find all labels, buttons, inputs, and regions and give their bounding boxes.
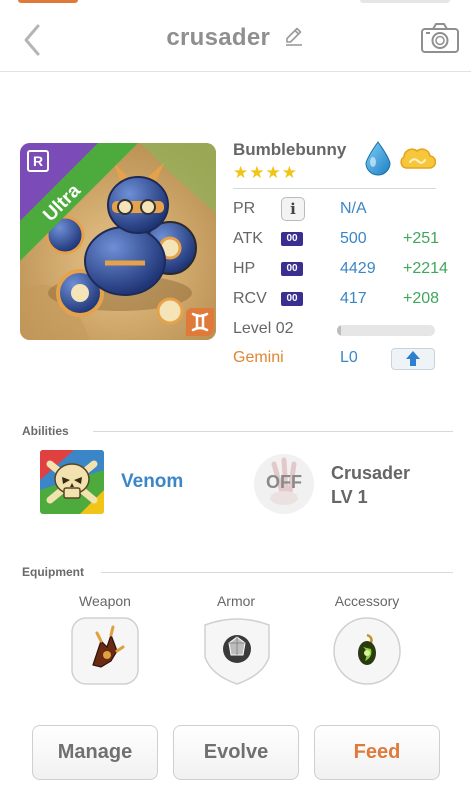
arrow-up-icon	[406, 351, 420, 366]
hp-bonus: +2214	[403, 260, 448, 277]
feed-button[interactable]: Feed	[314, 725, 440, 780]
hp-plus-badge: 00	[281, 262, 303, 276]
accessory-label: Accessory	[334, 593, 400, 609]
pr-value: N/A	[340, 200, 367, 217]
star-rating: ★★★★	[233, 163, 298, 182]
manage-button[interactable]: Manage	[32, 725, 158, 780]
abilities-section-title: Abilities	[22, 424, 69, 438]
active-ability-name[interactable]: Venom	[121, 471, 183, 493]
camera-icon	[421, 23, 459, 53]
level-progress-bar	[337, 325, 435, 336]
rcv-value: 417	[340, 290, 367, 307]
sign-upgrade-button[interactable]	[391, 348, 435, 370]
equipment-section-title: Equipment	[22, 565, 84, 579]
header-bar: crusader	[0, 0, 471, 72]
cloud-icon	[400, 148, 436, 169]
level-progress-fill	[337, 325, 341, 336]
armor-label: Armor	[216, 593, 256, 609]
camera-button[interactable]	[420, 22, 460, 54]
weapon-slot[interactable]	[71, 617, 139, 685]
skull-icon[interactable]	[40, 450, 104, 514]
rcv-plus-badge: 00	[281, 292, 303, 306]
stat-row-sign: Gemini L0	[233, 346, 471, 370]
leader-skill-name: Crusader LV 1	[331, 461, 410, 509]
water-drop-icon	[365, 141, 391, 176]
stat-row-hp: HP 00 4429 +2214	[233, 257, 471, 281]
class-r-icon: R	[27, 150, 49, 172]
atk-value: 500	[340, 230, 367, 247]
pr-label: PR	[233, 200, 256, 217]
weapon-label: Weapon	[79, 593, 131, 609]
equipment-divider	[101, 572, 453, 573]
sign-label: Gemini	[233, 349, 284, 366]
hp-value: 4429	[340, 260, 376, 277]
pencil-icon[interactable]	[283, 25, 305, 47]
leader-skill-title: Crusader	[331, 463, 411, 483]
title-area: crusader	[0, 24, 471, 52]
abilities-divider	[93, 431, 453, 432]
atk-plus-badge: 00	[281, 232, 303, 246]
monster-name: Bumblebunny	[233, 140, 347, 159]
info-divider	[233, 188, 436, 189]
hp-label: HP	[233, 260, 256, 277]
level-label: Level 02	[233, 320, 294, 337]
atk-label: ATK	[233, 230, 263, 247]
stat-row-level: Level 02	[233, 317, 471, 341]
rcv-bonus: +208	[403, 290, 440, 307]
accessory-slot[interactable]	[333, 617, 401, 685]
gemini-symbol-icon	[186, 308, 214, 336]
evolve-button[interactable]: Evolve	[173, 725, 299, 780]
stat-row-pr: PR i N/A	[233, 197, 471, 221]
leader-skill-level: LV 1	[331, 487, 368, 507]
rcv-label: RCV	[233, 290, 267, 307]
leader-skill-status: OFF	[266, 472, 302, 492]
sign-level-value: L0	[340, 349, 358, 366]
armor-slot[interactable]	[203, 617, 271, 685]
atk-bonus: +251	[403, 230, 440, 247]
crystal-armor-icon	[223, 635, 251, 663]
info-icon[interactable]: i	[281, 197, 305, 221]
class-r-label: R	[32, 153, 44, 169]
page-title: crusader	[166, 24, 271, 51]
stat-row-rcv: RCV 00 417 +208	[233, 287, 471, 311]
stat-row-atk: ATK 00 500 +251	[233, 227, 471, 251]
monster-portrait[interactable]: Ultra R	[20, 143, 216, 340]
